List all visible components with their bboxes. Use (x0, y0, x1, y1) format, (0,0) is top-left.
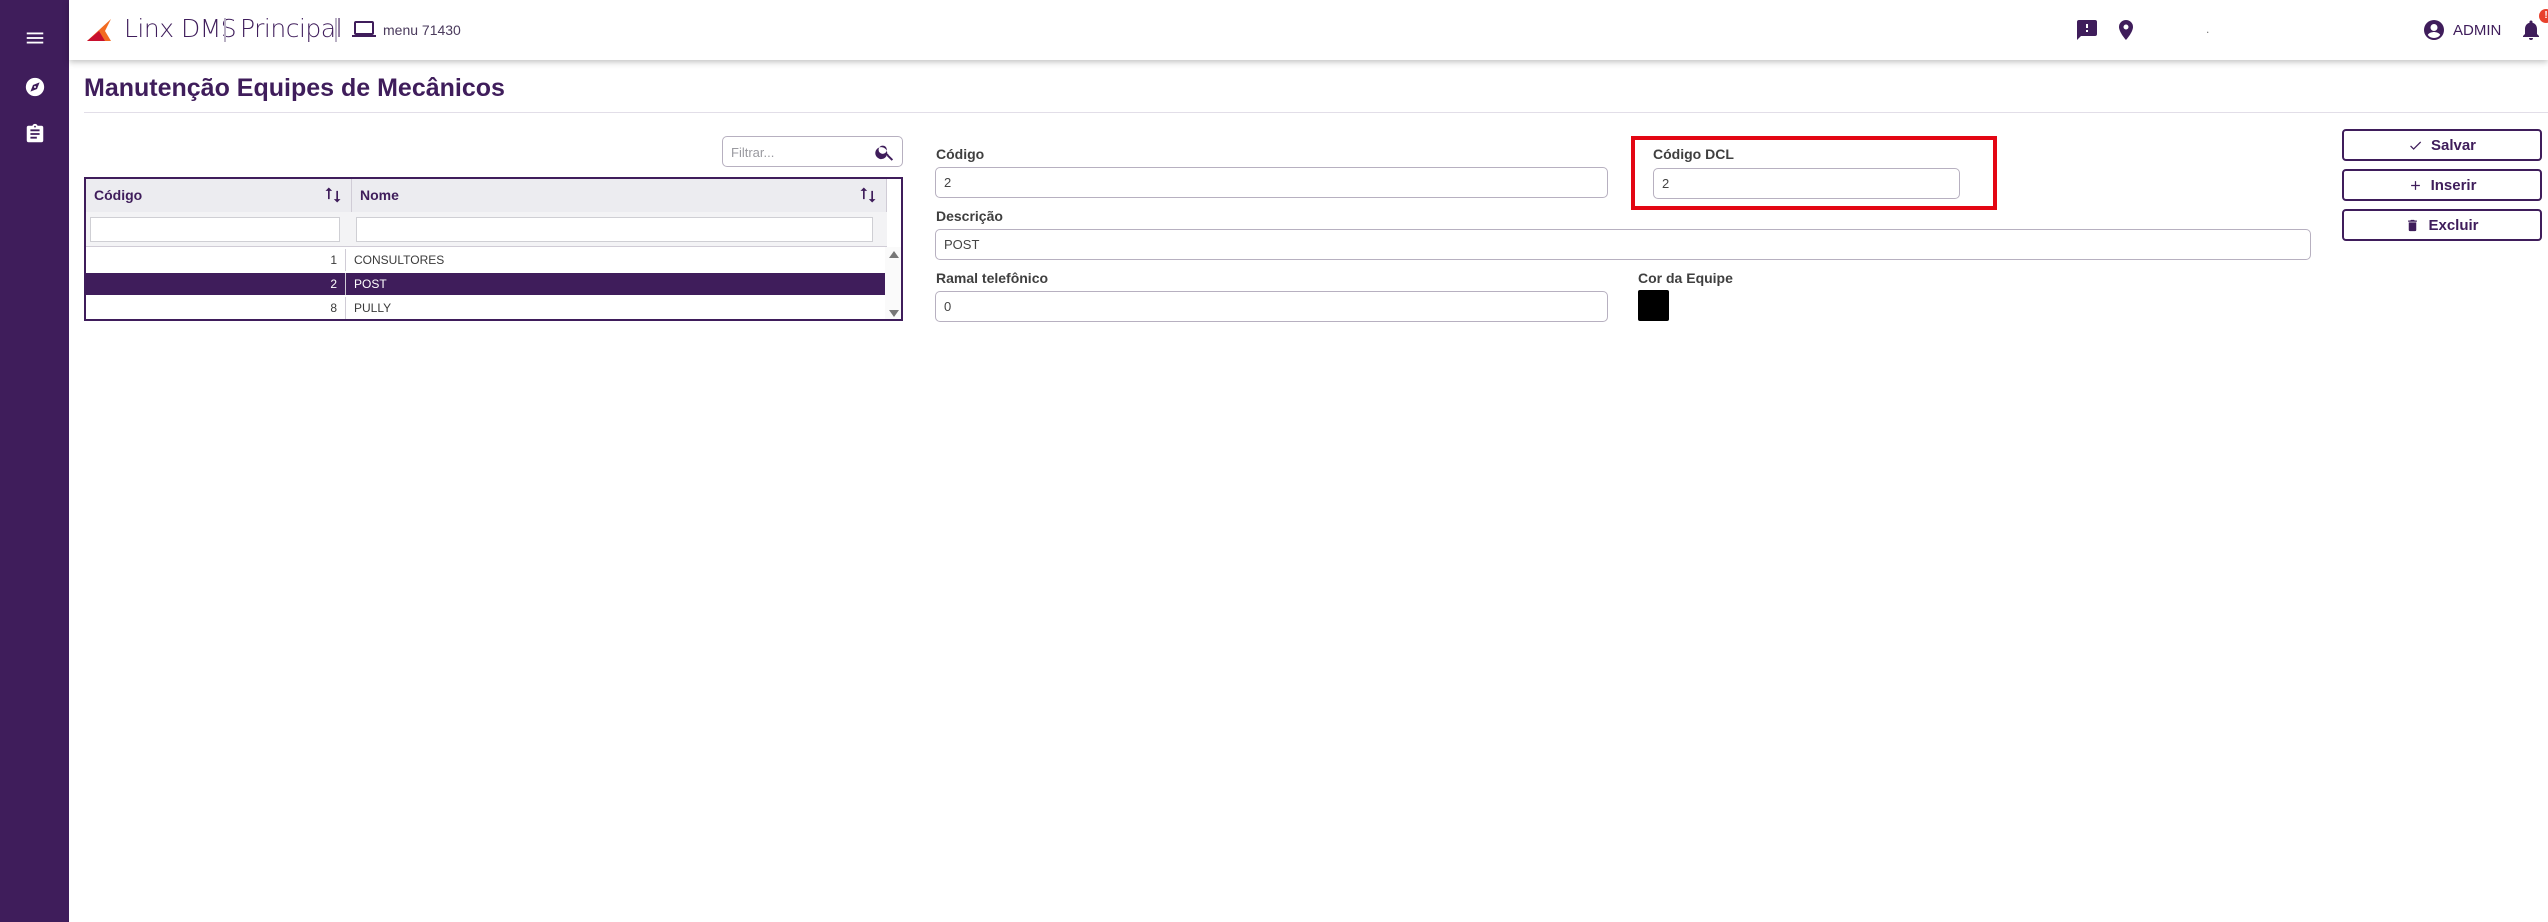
module-name: Principal (240, 14, 343, 43)
header-divider (335, 18, 337, 42)
search-icon[interactable] (874, 141, 896, 163)
cell-nome: POST (354, 277, 387, 291)
column-filter-nome[interactable] (356, 217, 873, 242)
feedback-icon[interactable] (2074, 17, 2100, 43)
grid-filter-input[interactable] (731, 143, 861, 161)
insert-button[interactable]: Inserir (2342, 169, 2542, 201)
cor-label: Cor da Equipe (1638, 270, 1733, 286)
cell-codigo: 1 (86, 249, 346, 271)
cell-nome: PULLY (354, 301, 392, 315)
delete-button[interactable]: Excluir (2342, 209, 2542, 241)
ramal-field[interactable] (935, 291, 1608, 322)
user-menu[interactable]: ADMIN (2422, 18, 2501, 42)
trash-icon (2408, 219, 2418, 231)
sort-icon[interactable] (858, 185, 878, 205)
save-button-label: Salvar (2430, 136, 2477, 154)
codigo-field[interactable] (935, 167, 1608, 198)
table-row-selected[interactable]: 2 POST (86, 273, 886, 295)
sort-icon[interactable] (323, 185, 343, 205)
save-button[interactable]: Salvar (2342, 129, 2542, 161)
account-circle-icon (2424, 20, 2444, 40)
codigo-label: Código (936, 146, 985, 162)
column-filter-codigo[interactable] (90, 217, 340, 242)
descricao-label: Descrição (936, 208, 1003, 224)
grid-filter (722, 136, 903, 167)
clipboard-icon[interactable] (0, 114, 69, 154)
scroll-up-arrow-icon[interactable] (889, 251, 899, 258)
teams-grid: Código Nome 1 CONSULTORES 2 POST 8 PULLY (84, 177, 903, 321)
ramal-label: Ramal telefônico (936, 270, 1049, 286)
insert-button-label: Inserir (2430, 176, 2477, 194)
laptop-icon (351, 20, 377, 40)
column-filter-cell (86, 212, 352, 247)
header-divider (224, 18, 226, 42)
location-text: . (2206, 22, 2210, 36)
top-bar: Linx DMS Principal menu 71430 . ADMIN (69, 0, 2548, 60)
hamburger-menu-icon[interactable] (0, 18, 69, 58)
cell-codigo: 2 (86, 273, 346, 295)
table-row[interactable]: 1 CONSULTORES (86, 249, 886, 271)
column-header-nome[interactable]: Nome (352, 179, 887, 212)
location-pin-icon[interactable] (2113, 17, 2139, 43)
grid-scrollbar[interactable] (885, 247, 901, 319)
cell-nome: CONSULTORES (354, 253, 445, 267)
codigo-dcl-label: Código DCL (1653, 146, 1734, 162)
user-name: ADMIN (2453, 21, 2502, 39)
scroll-down-arrow-icon[interactable] (889, 310, 899, 317)
page-title: Manutenção Equipes de Mecânicos (84, 74, 505, 102)
delete-button-label: Excluir (2428, 216, 2479, 234)
descricao-field[interactable] (935, 229, 2311, 260)
column-filter-cell (352, 212, 887, 247)
table-row[interactable]: 8 PULLY (86, 297, 886, 319)
linx-logo-icon (85, 17, 113, 43)
sidebar (0, 0, 69, 922)
team-color-swatch[interactable] (1638, 290, 1669, 321)
title-divider (84, 112, 2548, 113)
codigo-dcl-field[interactable] (1653, 168, 1960, 199)
column-header-label: Nome (360, 187, 399, 203)
notification-badge: ! (2539, 9, 2548, 23)
menu-code: menu 71430 (383, 22, 461, 38)
column-header-codigo[interactable]: Código (86, 179, 352, 212)
brand-name: Linx DMS (124, 14, 237, 43)
column-header-label: Código (94, 187, 143, 203)
plus-icon (2410, 180, 2420, 190)
cell-codigo: 8 (86, 297, 346, 319)
check-icon (2410, 141, 2422, 150)
compass-icon[interactable] (0, 67, 69, 107)
